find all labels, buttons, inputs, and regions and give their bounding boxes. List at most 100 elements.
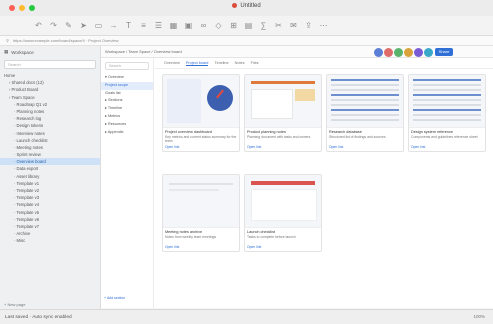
doc-card[interactable]: Project overview dashboard Key metrics an… [162, 74, 240, 152]
share-icon[interactable]: ⇪ [304, 21, 313, 30]
card-link[interactable]: Open link [327, 144, 403, 151]
card-thumbnail [409, 75, 485, 128]
share-button[interactable]: Share [435, 48, 453, 56]
new-page-button[interactable]: + New page [0, 301, 104, 309]
address-bar[interactable]: ⚲ https://www.example.com/board/space/4 … [0, 36, 493, 46]
sidebar-tree-item[interactable]: · Meeting notes [0, 144, 100, 151]
outline-item[interactable]: Goals list [101, 90, 153, 98]
doc-card[interactable]: Product planning notes Planning document … [244, 74, 322, 152]
chart-icon[interactable]: ▤ [244, 21, 253, 30]
cursor-icon[interactable]: ➤ [79, 21, 88, 30]
clip-icon[interactable]: ✂ [274, 21, 283, 30]
table-icon[interactable]: ▦ [169, 21, 178, 30]
card-link[interactable]: Open link [163, 244, 239, 251]
tab[interactable]: Notes [235, 61, 245, 65]
title-bar: Untitled [0, 0, 493, 16]
tab[interactable]: Project board [185, 61, 209, 66]
address-text: https://www.example.com/board/space/4 · … [12, 38, 119, 43]
sidebar-tree-item[interactable]: › Team Space [0, 94, 100, 101]
undo-icon[interactable]: ↶ [34, 21, 43, 30]
doc-card[interactable]: Research database Structured list of find… [326, 74, 404, 152]
link-icon[interactable]: ∞ [199, 21, 208, 30]
breadcrumb: Workspace / Team Space / Overview board [105, 49, 182, 54]
outline-item[interactable]: ▸ Appendix [101, 129, 153, 137]
card-description: Key metrics and current status summary f… [165, 135, 237, 143]
sidebar-tree-item[interactable]: · Template v2 [0, 187, 100, 194]
redo-icon[interactable]: ↷ [49, 21, 58, 30]
outline-item[interactable]: Project scope [101, 81, 153, 90]
sidebar-tree-item[interactable]: · Asset library [0, 173, 100, 180]
window-title-text: Untitled [240, 3, 261, 10]
sidebar-tree-item[interactable]: · Data export [0, 165, 100, 172]
outline-search-input[interactable]: Search [105, 62, 149, 70]
doc-card[interactable]: Design system reference Components and gu… [408, 74, 486, 152]
main-content: Overview Project board Timeline Notes Files … [154, 58, 493, 308]
status-bar: Last saved · Auto sync enabled 100% [0, 309, 493, 324]
formula-icon[interactable]: ∑ [259, 21, 268, 30]
arrow-icon[interactable]: → [109, 21, 118, 30]
card-description: Components and guidelines reference shee… [411, 135, 478, 139]
tab[interactable]: Files [251, 61, 259, 65]
sidebar-tree-item[interactable]: · Template v4 [0, 201, 100, 208]
sidebar-tree-item[interactable]: · Interview notes [0, 130, 100, 137]
sidebar-tree-item[interactable]: · Template v1 [0, 180, 100, 187]
sidebar-tree-item[interactable]: Home [0, 72, 100, 79]
sidebar-tree-item[interactable]: · Misc [0, 237, 100, 244]
status-text: Last saved · Auto sync enabled [5, 314, 72, 320]
grid-icon[interactable]: ⊞ [229, 21, 238, 30]
avatar[interactable] [404, 48, 413, 57]
add-section-link[interactable]: + Add section [104, 296, 125, 300]
shape-icon[interactable]: ◇ [214, 21, 223, 30]
sidebar-tree-item[interactable]: · Sprint review [0, 151, 100, 158]
outline-item[interactable]: ▸ Sections [101, 97, 153, 105]
list-icon[interactable]: ☰ [154, 21, 163, 30]
avatar[interactable] [414, 48, 423, 57]
sidebar-tree-item[interactable]: · Overview board [0, 158, 100, 166]
sidebar-tree-item[interactable]: · Planning notes [0, 108, 100, 115]
sidebar-tree-item[interactable]: · Launch checklist [0, 137, 100, 144]
doc-card[interactable]: Meeting notes archive Notes from weekly t… [162, 174, 240, 252]
rect-icon[interactable]: ▭ [94, 21, 103, 30]
card-link[interactable]: Open link [245, 244, 321, 251]
tab[interactable]: Overview [164, 61, 180, 65]
sidebar-tree: Home › Shared docs (12) › Product Board › T… [0, 72, 100, 245]
avatar[interactable] [424, 48, 433, 57]
align-icon[interactable]: ≡ [139, 21, 148, 30]
sidebar-tree-item[interactable]: · Design tokens [0, 122, 100, 129]
card-link[interactable]: Open link [245, 144, 321, 151]
collaborator-avatars [374, 48, 433, 57]
sidebar-tree-item[interactable]: · Research log [0, 115, 100, 122]
sidebar-tree-item[interactable]: · Template v3 [0, 194, 100, 201]
sidebar-search-input[interactable]: Search [4, 60, 96, 69]
comment-icon[interactable]: ✉ [289, 21, 298, 30]
tab[interactable]: Timeline [214, 61, 228, 65]
doc-card[interactable]: Launch checklist Tasks to complete before… [244, 174, 322, 252]
app-icon [232, 3, 238, 8]
zoom-level[interactable]: 100% [473, 314, 485, 319]
outline-list: ▾ Overview Project scope Goals list ▸ Sec… [101, 74, 153, 136]
outline-item[interactable]: ▸ Timeline [101, 105, 153, 113]
avatar[interactable] [394, 48, 403, 57]
pen-icon[interactable]: ✎ [64, 21, 73, 30]
card-link[interactable]: Open link [409, 144, 485, 151]
outline-item[interactable]: ▸ Resources [101, 121, 153, 129]
outline-item[interactable]: ▾ Overview [101, 74, 153, 82]
sidebar-tree-item[interactable]: · Template v5 [0, 209, 100, 216]
card-thumbnail [163, 175, 239, 228]
image-icon[interactable]: ▣ [184, 21, 193, 30]
lock-icon: ⚲ [6, 38, 9, 43]
card-link[interactable]: Open link [163, 144, 239, 151]
sidebar-tree-item[interactable]: · Template v6 [0, 216, 100, 223]
avatar[interactable] [374, 48, 383, 57]
sidebar-tree-item[interactable]: · Archive [0, 230, 100, 237]
sidebar-tree-item[interactable]: › Shared docs (12) [0, 79, 100, 86]
text-icon[interactable]: T [124, 21, 133, 30]
outline-item[interactable]: ▸ Metrics [101, 113, 153, 121]
sidebar-tree-item[interactable]: › Product Board [0, 86, 100, 93]
sidebar-tree-item[interactable]: · Roadmap Q1 v2 [0, 101, 100, 108]
document-header: Workspace / Team Space / Overview board … [101, 46, 493, 58]
sidebar-tree-item[interactable]: · Template v7 [0, 223, 100, 230]
card-description: Structured list of findings and sources [329, 135, 386, 139]
avatar[interactable] [384, 48, 393, 57]
more-icon[interactable]: ⋯ [319, 21, 328, 30]
